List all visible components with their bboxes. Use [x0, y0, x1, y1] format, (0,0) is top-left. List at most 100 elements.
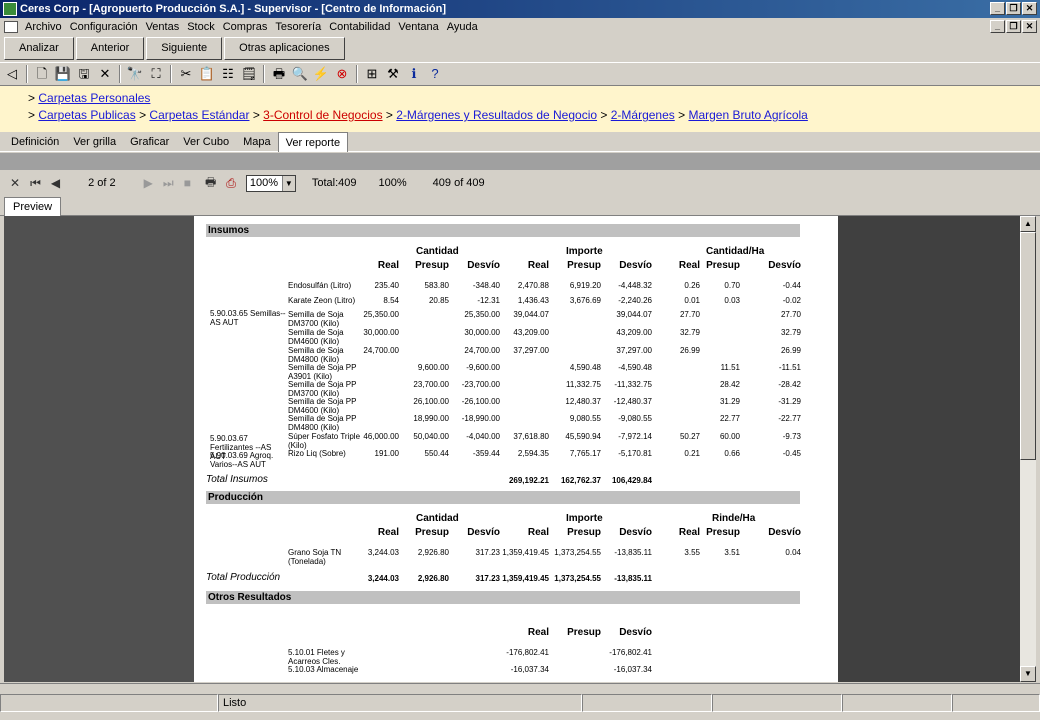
preview-icon[interactable]: 🔍 [291, 65, 309, 83]
mdi-minimize-button[interactable]: _ [990, 20, 1005, 33]
vertical-scrollbar[interactable]: ▲ ▼ [1020, 216, 1036, 682]
stop-icon[interactable]: ■ [184, 176, 191, 190]
crumb-link[interactable]: 2-Márgenes y Resultados de Negocio [396, 108, 597, 122]
report-cell: 0.03 [724, 296, 740, 305]
zoom-select[interactable]: 100% ▼ [245, 174, 296, 192]
column-header: Desvío [619, 627, 652, 638]
report-cell: -176,802.41 [506, 648, 549, 657]
filter-icon[interactable]: ⛶ [147, 65, 165, 83]
status-bar: Listo [0, 694, 1040, 712]
prev-page-icon[interactable]: ◀ [51, 176, 60, 190]
report-cell: 3.51 [724, 548, 740, 557]
crumb-link[interactable]: Carpetas Publicas [38, 108, 135, 122]
tab-mapa[interactable]: Mapa [236, 132, 278, 151]
menu-tesoreria[interactable]: Tesorería [271, 18, 325, 36]
mdi-restore-button[interactable]: ❐ [1006, 20, 1021, 33]
document-icon[interactable] [4, 21, 18, 33]
notes-icon[interactable]: 🗒 [240, 65, 258, 83]
next-page-icon[interactable]: ▶ [144, 176, 153, 190]
stop-icon[interactable]: ⊗ [333, 65, 351, 83]
menu-ventas[interactable]: Ventas [142, 18, 184, 36]
scroll-thumb[interactable] [1020, 232, 1036, 460]
menu-archivo[interactable]: Archivo [21, 18, 66, 36]
menu-configuracion[interactable]: Configuración [66, 18, 142, 36]
print-report-icon[interactable]: 🖶 [205, 173, 216, 194]
siguiente-button[interactable]: Siguiente [146, 37, 223, 60]
crumb-carpetas-personales[interactable]: Carpetas Personales [38, 91, 150, 105]
toolbar-separator [119, 65, 121, 83]
run-icon[interactable]: ⚡ [312, 65, 330, 83]
report-cell: 39,044.07 [513, 310, 549, 319]
window-controls: _ ❐ ✕ [990, 2, 1037, 15]
crumb-link[interactable]: Carpetas Estándar [149, 108, 249, 122]
scroll-up-icon[interactable]: ▲ [1020, 216, 1036, 232]
report-page: Insumos Cantidad Importe Cantidad/Ha Real Pre… [194, 216, 838, 682]
restore-button[interactable]: ❐ [1006, 2, 1021, 15]
info-icon[interactable]: ℹ [405, 65, 423, 83]
menu-ventana[interactable]: Ventana [394, 18, 442, 36]
otras-aplicaciones-button[interactable]: Otras aplicaciones [224, 37, 345, 60]
paste-icon[interactable]: 📋 [198, 65, 216, 83]
tab-ver-cubo[interactable]: Ver Cubo [176, 132, 236, 151]
anterior-button[interactable]: Anterior [75, 37, 145, 60]
group-header: Cantidad [416, 246, 459, 257]
window-title: Ceres Corp - [Agropuerto Producción S.A.… [20, 3, 446, 15]
menu-stock[interactable]: Stock [183, 18, 219, 36]
first-page-icon[interactable]: ⏮ [30, 176, 41, 191]
print-icon[interactable]: 🖶 [270, 65, 288, 83]
report-cell: 31.29 [719, 397, 740, 406]
delete-icon[interactable]: ✕ [96, 65, 114, 83]
export-icon[interactable]: ⊞ [363, 65, 381, 83]
report-cell: 27.70 [679, 310, 700, 319]
menu-compras[interactable]: Compras [219, 18, 272, 36]
close-report-icon[interactable]: ✕ [10, 176, 20, 190]
crumb-link[interactable]: 3-Control de Negocios [263, 108, 382, 122]
tools-icon[interactable]: ⚒ [384, 65, 402, 83]
last-page-icon[interactable]: ⏭ [163, 176, 174, 191]
tab-preview[interactable]: Preview [4, 197, 62, 216]
mdi-close-button[interactable]: ✕ [1022, 20, 1037, 33]
report-cell: -4,590.48 [618, 363, 652, 372]
cut-icon[interactable]: ✂ [177, 65, 195, 83]
report-cell: -176,802.41 [609, 648, 652, 657]
new-icon[interactable]: 🗋 [33, 65, 51, 83]
scroll-down-icon[interactable]: ▼ [1020, 666, 1036, 682]
tab-definicion[interactable]: Definición [4, 132, 66, 151]
back-icon[interactable]: ◁ [3, 65, 21, 83]
column-header: Presup [567, 627, 601, 638]
crumb-link[interactable]: 2-Márgenes [611, 108, 675, 122]
report-cell: -9,600.00 [466, 363, 500, 372]
column-header: Desvío [768, 260, 801, 271]
report-cell: 26.99 [780, 346, 801, 355]
title-bar: Ceres Corp - [Agropuerto Producción S.A.… [0, 0, 1040, 18]
save-all-icon[interactable]: 🖫 [75, 65, 93, 83]
menu-ayuda[interactable]: Ayuda [443, 18, 482, 36]
toolbar-separator [263, 65, 265, 83]
help-icon[interactable]: ? [426, 65, 444, 83]
tab-ver-grilla[interactable]: Ver grilla [66, 132, 123, 151]
menu-contabilidad[interactable]: Contabilidad [325, 18, 394, 36]
group-header: Rinde/Ha [712, 513, 756, 524]
item-label: 5.10.03 Almacenaje [288, 665, 359, 674]
item-label: 5.10.01 Fletes y Acarreos Cles. [288, 648, 345, 666]
column-header: Real [377, 260, 399, 271]
group-header: Importe [566, 246, 603, 257]
count-label: 409 of 409 [432, 177, 485, 189]
find-icon[interactable]: 🔭 [126, 65, 144, 83]
analizar-button[interactable]: Analizar [4, 37, 74, 60]
page-shadow [838, 216, 1020, 682]
report-toolbar: ✕ ⏮ ◀ 2 of 2 ▶ ⏭ ■ 🖶 ⎙ 100% ▼ Total:409 … [0, 170, 1040, 196]
minimize-button[interactable]: _ [990, 2, 1005, 15]
tree-icon[interactable]: ☷ [219, 65, 237, 83]
close-button[interactable]: ✕ [1022, 2, 1037, 15]
toolbar-separator [356, 65, 358, 83]
export-report-icon[interactable]: ⎙ [226, 176, 236, 191]
tab-graficar[interactable]: Graficar [123, 132, 176, 151]
breadcrumb-separator: > [674, 108, 689, 122]
crumb-link[interactable]: Margen Bruto Agrícola [688, 108, 807, 122]
save-icon[interactable]: 💾 [54, 65, 72, 83]
report-cell: 43,209.00 [513, 328, 549, 337]
tab-ver-reporte[interactable]: Ver reporte [277, 132, 349, 152]
report-cell: 28.42 [719, 380, 740, 389]
chevron-down-icon[interactable]: ▼ [281, 175, 295, 191]
